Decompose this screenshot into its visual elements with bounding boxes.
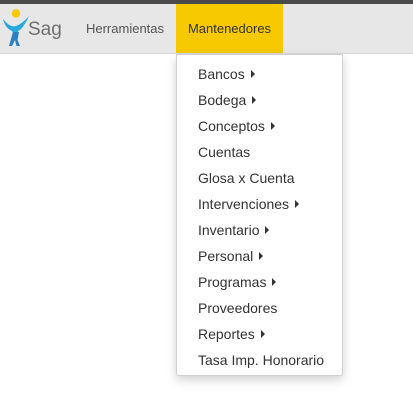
navbar: Sag Herramientas Mantenedores xyxy=(0,4,413,54)
caret-right-icon xyxy=(270,122,275,131)
menu-item-intervenciones[interactable]: Intervenciones xyxy=(177,191,342,217)
menu-item-glosa-x-cuenta[interactable]: Glosa x Cuenta xyxy=(177,165,342,191)
menu-item-programas[interactable]: Programas xyxy=(177,269,342,295)
menu-item-inventario[interactable]: Inventario xyxy=(177,217,342,243)
menu-item-label: Conceptos xyxy=(198,118,265,134)
menu-item-conceptos[interactable]: Conceptos xyxy=(177,113,342,139)
menu-item-cuentas[interactable]: Cuentas xyxy=(177,139,342,165)
caret-right-icon xyxy=(259,252,264,261)
menu-item-label: Bodega xyxy=(198,92,247,108)
menu-item-label: Bancos xyxy=(198,66,245,82)
menu-item-label: Glosa x Cuenta xyxy=(198,170,295,186)
menu-item-label: Personal xyxy=(198,248,254,264)
menu-item-bodega[interactable]: Bodega xyxy=(177,87,342,113)
person-figure-logo-icon xyxy=(3,9,29,46)
caret-right-icon xyxy=(252,96,257,105)
menu-item-reportes[interactable]: Reportes xyxy=(177,321,342,347)
menu-item-tasa-imp-honorario[interactable]: Tasa Imp. Honorario xyxy=(177,347,342,373)
menu-item-label: Reportes xyxy=(198,326,255,342)
menu-item-label: Inventario xyxy=(198,222,260,238)
menu-item-bancos[interactable]: Bancos xyxy=(177,61,342,87)
brand[interactable]: Sag xyxy=(0,4,70,53)
caret-right-icon xyxy=(260,330,265,339)
menu-item-label: Programas xyxy=(198,274,267,290)
mantenedores-dropdown-menu: Bancos Bodega Conceptos Cuentas Glosa x … xyxy=(176,54,343,376)
nav-mantenedores[interactable]: Mantenedores xyxy=(176,4,283,53)
nav-herramientas[interactable]: Herramientas xyxy=(78,4,172,53)
menu-item-personal[interactable]: Personal xyxy=(177,243,342,269)
caret-right-icon xyxy=(265,226,270,235)
brand-name: Sag xyxy=(28,19,62,40)
caret-right-icon xyxy=(272,278,277,287)
caret-right-icon xyxy=(250,70,255,79)
menu-item-label: Intervenciones xyxy=(198,196,290,212)
menu-item-proveedores[interactable]: Proveedores xyxy=(177,295,342,321)
caret-right-icon xyxy=(295,200,300,209)
menu-item-label: Tasa Imp. Honorario xyxy=(198,352,325,368)
menu-item-label: Proveedores xyxy=(198,300,278,316)
menu-item-label: Cuentas xyxy=(198,144,251,160)
